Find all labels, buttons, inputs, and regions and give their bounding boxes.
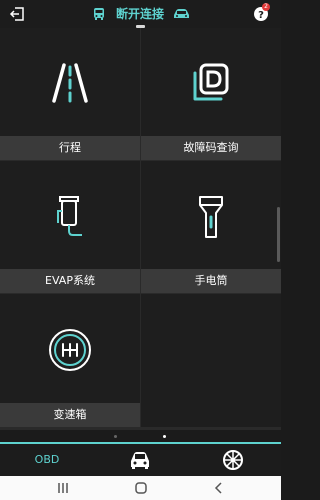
page-dot-active[interactable] (163, 435, 166, 438)
tile-fault-code[interactable]: 故障码查询 (141, 28, 281, 160)
car-front-icon (94, 8, 104, 20)
tab-obd[interactable]: OBD (0, 444, 94, 476)
home-icon[interactable] (133, 480, 149, 496)
svg-text:?: ? (258, 10, 264, 21)
evap-canister-icon (57, 196, 82, 236)
tile-flashlight[interactable]: 手电筒 (141, 161, 281, 293)
scrollbar[interactable] (277, 207, 280, 262)
exit-icon[interactable] (9, 6, 25, 22)
feature-grid: 行程 故障码查询 EVAP系统 手电筒 变速箱 (0, 28, 281, 430)
notification-badge: 2 (262, 3, 270, 11)
tile-label: EVAP系统 (0, 269, 140, 293)
back-icon[interactable] (211, 480, 227, 496)
page-indicator (0, 430, 281, 442)
system-nav-bar (0, 476, 281, 500)
wheel-icon[interactable] (222, 449, 244, 471)
fault-code-icon (193, 63, 229, 101)
tile-trip[interactable]: 行程 (0, 28, 140, 160)
top-bar: 断开连接 ? 2 (0, 0, 281, 28)
tile-gearbox[interactable]: 变速箱 (0, 294, 140, 427)
page-dot[interactable] (114, 435, 117, 438)
road-icon (52, 63, 88, 103)
tile-evap[interactable]: EVAP系统 (0, 161, 140, 293)
connection-status[interactable]: 断开连接 (92, 5, 192, 23)
flashlight-icon (199, 196, 223, 238)
recent-apps-icon[interactable] (55, 480, 71, 496)
tile-label: 手电筒 (141, 269, 281, 293)
gearbox-icon (49, 329, 91, 371)
car-icon[interactable] (128, 450, 152, 470)
tile-empty (141, 294, 281, 427)
tile-label: 变速箱 (0, 403, 140, 427)
connection-status-label: 断开连接 (116, 7, 165, 21)
bottom-tab-bar: OBD (0, 442, 281, 476)
car-side-icon (174, 9, 189, 18)
tile-label: 故障码查询 (141, 136, 281, 160)
tile-label: 行程 (0, 136, 140, 160)
